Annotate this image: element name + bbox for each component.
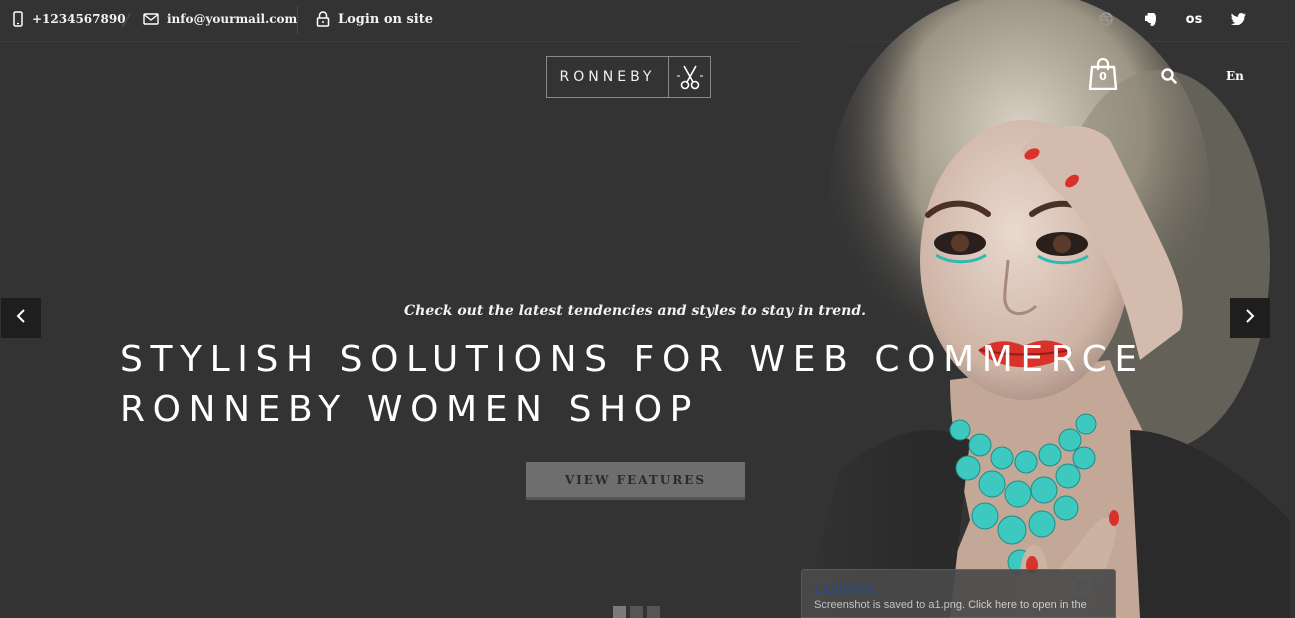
slider-pagination — [613, 606, 660, 618]
divider — [297, 6, 298, 34]
hero-tagline: Check out the latest tendencies and styl… — [404, 303, 866, 319]
slider-dot-1[interactable] — [613, 606, 626, 618]
language-switcher[interactable]: En — [1226, 69, 1244, 83]
notification-title: Lightshot — [814, 580, 875, 597]
mail-icon — [143, 13, 159, 25]
cart-button[interactable]: 0 — [1088, 57, 1118, 91]
search-icon[interactable] — [1160, 67, 1178, 89]
hero-headline-line1: STYLISH SOLUTIONS FOR WEB COMMERCE — [120, 339, 1145, 380]
lightshot-notification[interactable]: Lightshot Screenshot is saved to a1.png.… — [801, 569, 1116, 618]
phone-contact[interactable]: +1234567890 — [12, 0, 126, 38]
view-features-button[interactable]: VIEW FEATURES — [526, 462, 745, 500]
cart-count: 0 — [1099, 70, 1107, 83]
slider-dot-2[interactable] — [630, 606, 643, 618]
logo-text: RONNEBY — [547, 57, 669, 97]
slider-dot-3[interactable] — [647, 606, 660, 618]
notification-message[interactable]: Screenshot is saved to a1.png. Click her… — [814, 599, 1103, 611]
email-contact[interactable]: info@yourmail.com — [143, 0, 297, 38]
phone-icon — [12, 11, 24, 27]
lock-icon — [316, 11, 330, 27]
site-logo[interactable]: RONNEBY — [546, 56, 711, 98]
scissors-icon — [669, 57, 710, 97]
login-link[interactable]: Login on site — [316, 0, 433, 38]
login-label[interactable]: Login on site — [338, 12, 433, 27]
hero-headline-line2: RONNEBY WOMEN SHOP — [120, 389, 699, 430]
phone-number[interactable]: +1234567890 — [32, 12, 126, 26]
email-address[interactable]: info@yourmail.com — [167, 12, 297, 26]
